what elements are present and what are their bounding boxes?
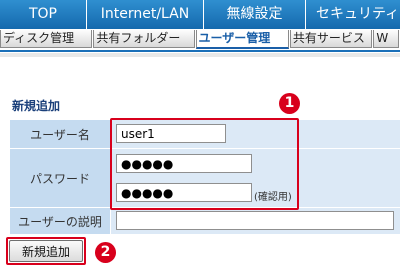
top-navigation: TOP Internet/LAN 無線設定 セキュリティ: [0, 0, 400, 29]
nav-tab-security[interactable]: セキュリティ: [306, 0, 400, 29]
subtab-user-management[interactable]: ユーザー管理: [195, 30, 289, 49]
content-divider: [0, 53, 400, 57]
description-row: ユーザーの説明: [10, 208, 400, 234]
section-title: 新規追加: [12, 99, 61, 113]
subtab-w[interactable]: W: [373, 30, 399, 48]
subtab-shared-service[interactable]: 共有サービス: [289, 30, 373, 48]
input-highlight-box: [110, 118, 299, 210]
nav-divider: [0, 50, 400, 52]
password-label: パスワード: [10, 149, 110, 207]
nav-tab-internet-lan[interactable]: Internet/LAN: [87, 0, 204, 29]
description-label: ユーザーの説明: [10, 208, 110, 234]
username-label: ユーザー名: [10, 120, 110, 148]
subtab-disk-management[interactable]: ディスク管理: [0, 30, 93, 48]
button-highlight-box: [6, 237, 86, 265]
nav-tab-top[interactable]: TOP: [0, 0, 87, 29]
step-badge-2: 2: [95, 242, 116, 263]
nav-tab-wireless-settings[interactable]: 無線設定: [204, 0, 306, 29]
description-input[interactable]: [116, 211, 394, 230]
description-cell: [111, 208, 400, 234]
sub-navigation: ディスク管理 共有フォルダー ユーザー管理 共有サービス W: [0, 30, 400, 49]
step-badge-1: 1: [279, 93, 300, 114]
subtab-shared-folder[interactable]: 共有フォルダー: [93, 30, 195, 48]
